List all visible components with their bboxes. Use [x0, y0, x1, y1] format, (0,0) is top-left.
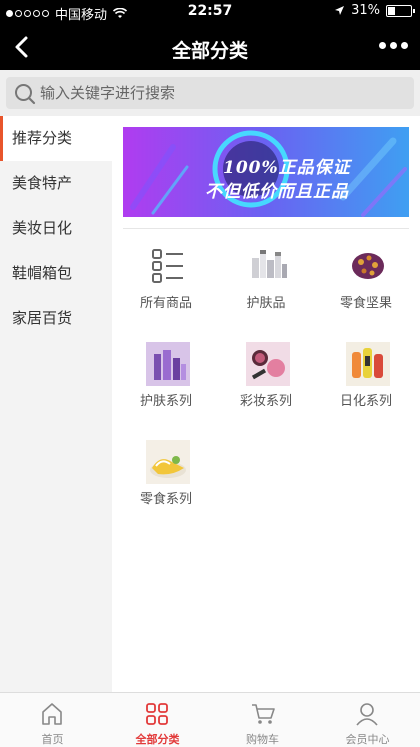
- divider: [123, 228, 409, 229]
- category-label: 日化系列: [339, 394, 392, 409]
- categories-icon: [146, 703, 168, 725]
- search-input[interactable]: [40, 81, 400, 105]
- category-label: 彩妆系列: [239, 394, 292, 409]
- sidebar-item-shoes-bags[interactable]: 鞋帽箱包: [0, 251, 112, 296]
- sidebar-item-home-goods[interactable]: 家居百货: [0, 296, 112, 341]
- promo-banner[interactable]: 100%正品保证 不但低价而且正品: [123, 127, 409, 217]
- daily-chemical-image: [346, 342, 390, 386]
- battery-percent: 31%: [351, 3, 380, 18]
- category-makeup-series[interactable]: 彩妆系列: [216, 338, 316, 428]
- tab-member-center[interactable]: 会员中心: [315, 693, 420, 747]
- search-icon: [15, 84, 36, 105]
- battery-icon: [386, 4, 415, 17]
- snack-series-image: [146, 440, 190, 484]
- makeup-series-image: [246, 342, 290, 386]
- banner-subline: 不但低价而且正品: [205, 182, 349, 202]
- category-label: 所有商品: [139, 296, 192, 311]
- member-icon: [356, 703, 378, 726]
- category-label: 零食系列: [139, 492, 192, 507]
- sidebar-item-label: 推荐分类: [12, 129, 73, 147]
- category-snack-nuts[interactable]: 零食坚果: [316, 240, 416, 330]
- category-sidebar: 推荐分类 美食特产 美妆日化 鞋帽箱包 家居百货: [0, 116, 112, 692]
- tab-label: 购物车: [246, 733, 279, 746]
- snack-nuts-image: [352, 253, 384, 279]
- grid-list-icon: [152, 249, 183, 283]
- sidebar-item-beauty-daily[interactable]: 美妆日化: [0, 206, 112, 251]
- sidebar-item-recommended[interactable]: 推荐分类: [0, 116, 112, 161]
- sidebar-item-label: 美食特产: [12, 174, 73, 192]
- page-title: 全部分类: [171, 40, 248, 62]
- tab-label: 会员中心: [345, 733, 390, 746]
- category-label: 护肤品: [246, 296, 286, 311]
- sidebar-item-food-specialty[interactable]: 美食特产: [0, 161, 112, 206]
- category-daily-chemical[interactable]: 日化系列: [316, 338, 416, 428]
- sidebar-item-label: 家居百货: [12, 309, 73, 327]
- cart-icon: [252, 704, 275, 724]
- tab-categories[interactable]: 全部分类: [105, 693, 210, 747]
- search-box[interactable]: [6, 77, 414, 109]
- tab-label: 首页: [41, 733, 64, 746]
- tab-cart[interactable]: 购物车: [210, 693, 315, 747]
- location-icon: [335, 6, 345, 15]
- category-content: 100%正品保证 不但低价而且正品 所有商品 护肤品 零食坚果 护肤系列 彩妆系…: [112, 116, 420, 692]
- skincare-image: [252, 250, 287, 278]
- tab-home[interactable]: 首页: [0, 693, 105, 747]
- status-bar: 中国移动 22:57 31%: [0, 0, 420, 24]
- tab-bar: 首页 全部分类 购物车 会员中心: [0, 692, 420, 747]
- banner-headline: 100%正品保证: [223, 158, 351, 178]
- tab-label: 全部分类: [135, 733, 180, 746]
- category-snack-series[interactable]: 零食系列: [116, 436, 216, 526]
- category-skincare-series[interactable]: 护肤系列: [116, 338, 216, 428]
- nav-bar: 全部分类: [0, 24, 420, 70]
- category-all-products[interactable]: 所有商品: [116, 240, 216, 330]
- sidebar-item-label: 鞋帽箱包: [12, 264, 73, 282]
- category-label: 护肤系列: [139, 394, 192, 409]
- skincare-series-image: [146, 342, 190, 386]
- home-icon: [42, 703, 62, 725]
- more-icon[interactable]: [379, 42, 408, 49]
- category-skincare[interactable]: 护肤品: [216, 240, 316, 330]
- category-label: 零食坚果: [339, 296, 392, 311]
- search-bar: [0, 70, 420, 116]
- sidebar-item-label: 美妆日化: [12, 219, 73, 237]
